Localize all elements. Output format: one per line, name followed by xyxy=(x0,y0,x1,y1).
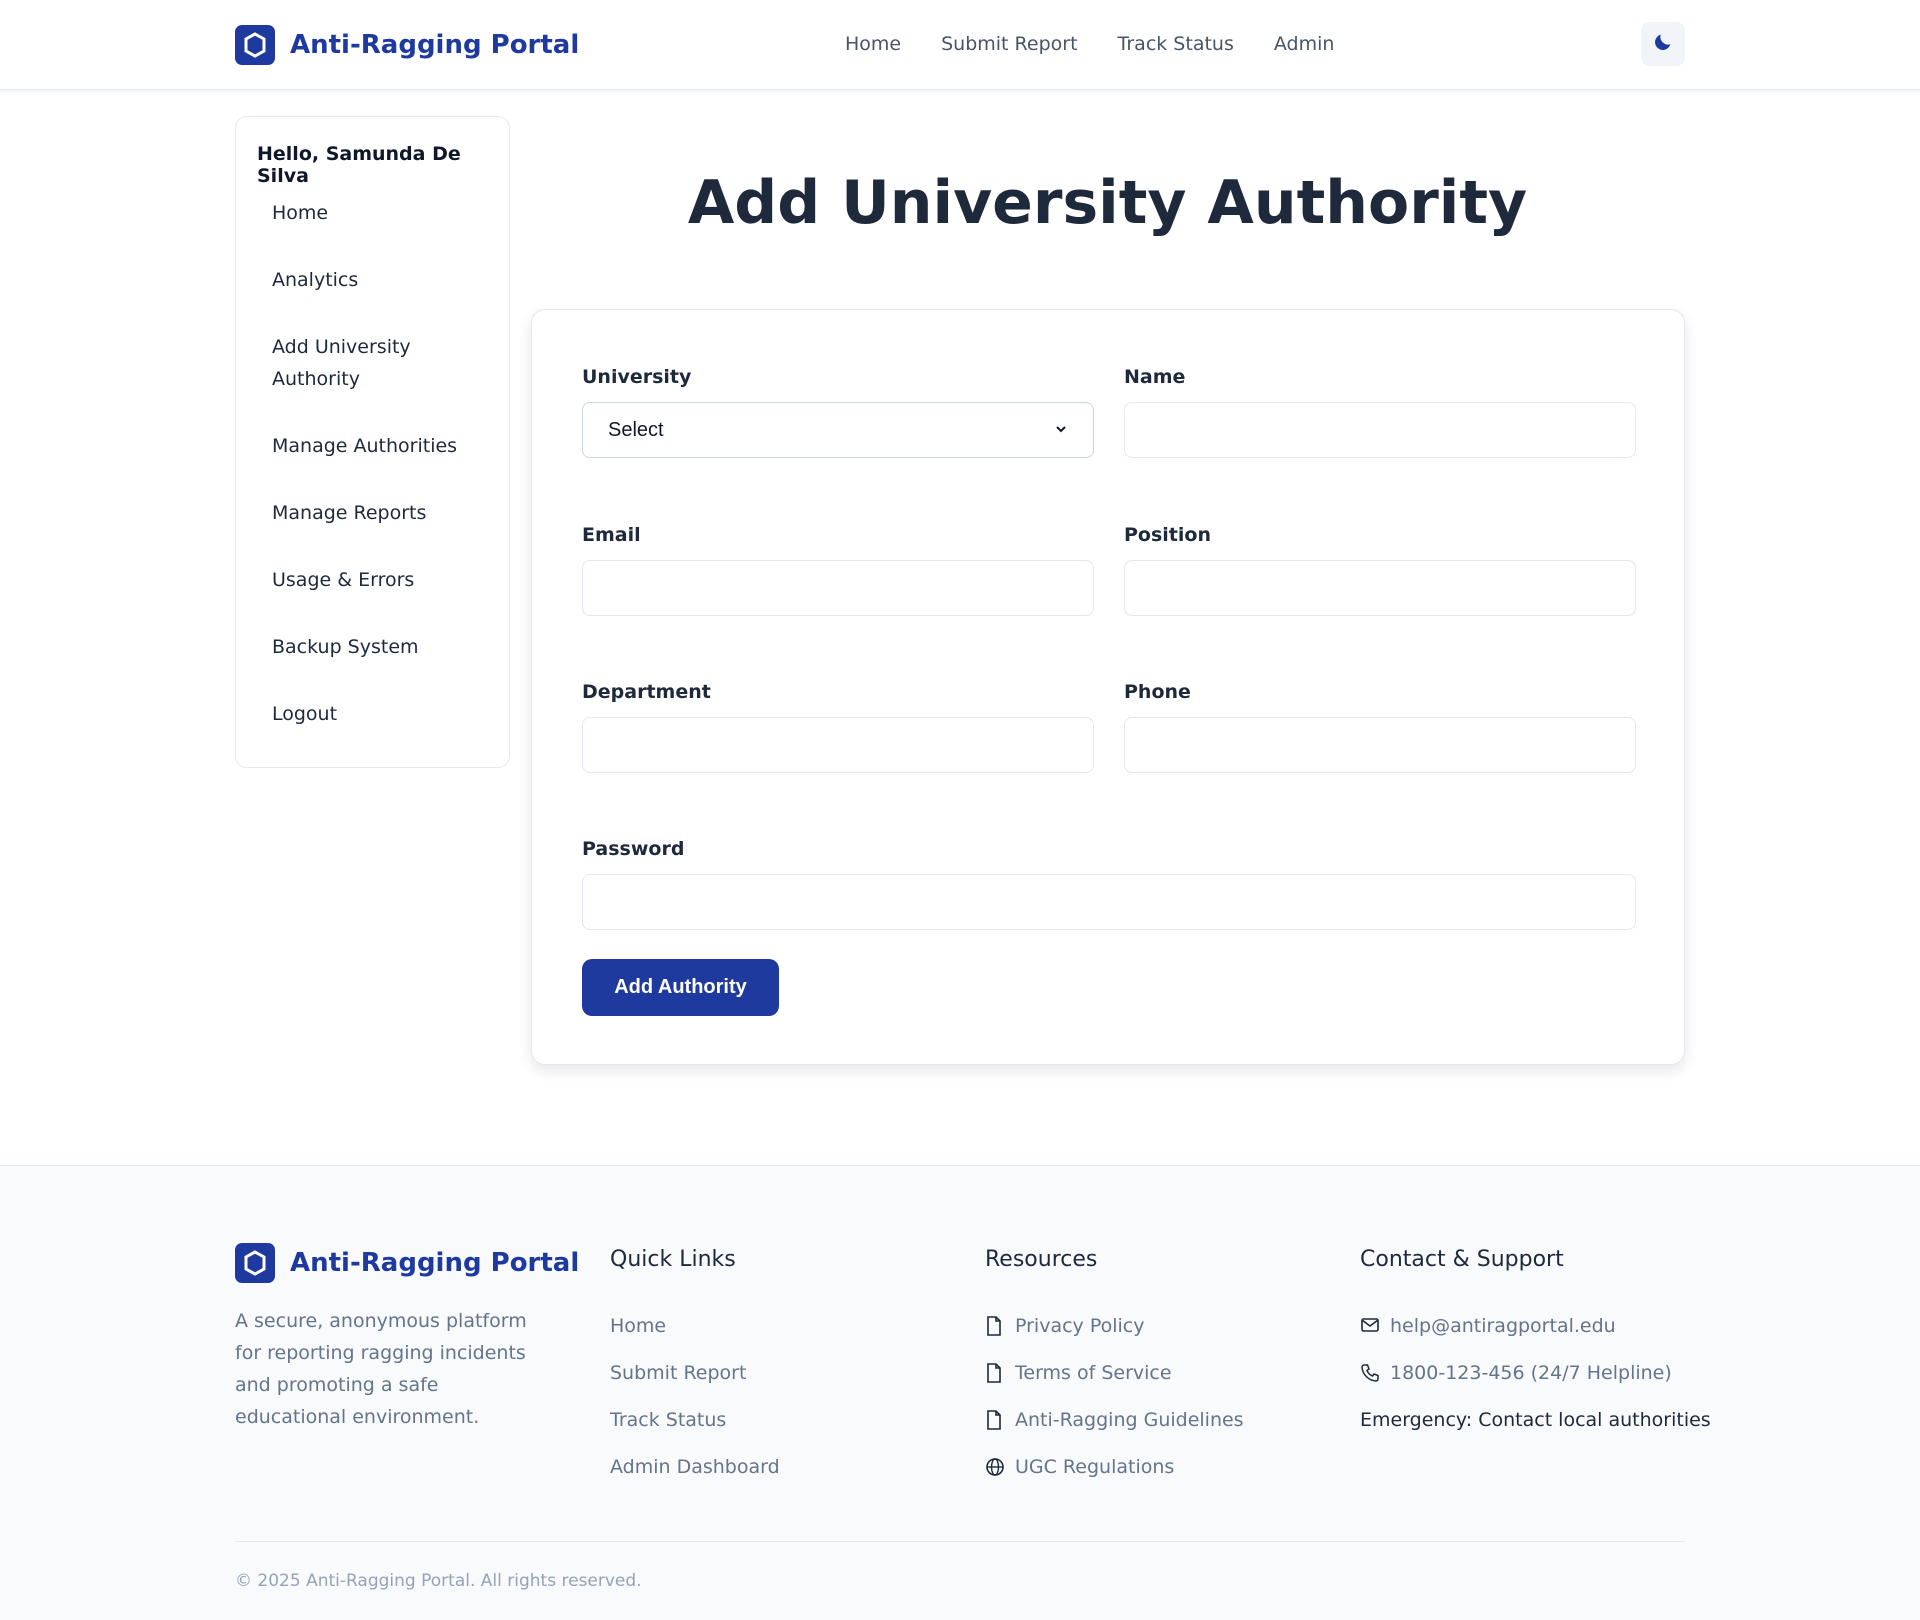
footer-link-privacy-policy[interactable]: Privacy Policy xyxy=(985,1302,1244,1349)
footer-brand: Anti-Ragging Portal xyxy=(235,1243,579,1283)
footer-link-admin-dashboard[interactable]: Admin Dashboard xyxy=(610,1443,780,1490)
quick-links-heading: Quick Links xyxy=(610,1247,736,1272)
theme-toggle-button[interactable] xyxy=(1641,22,1685,66)
user-greeting: Hello, Samunda De Silva xyxy=(257,143,461,187)
moon-icon xyxy=(1652,31,1674,57)
document-icon xyxy=(985,1315,1005,1336)
contact-email-text: help@antiragportal.edu xyxy=(1390,1314,1616,1337)
sidebar-item-logout[interactable]: Logout xyxy=(272,698,492,730)
add-authority-form: University Select Name Email Position De… xyxy=(531,309,1685,1065)
footer-link-terms-of-service[interactable]: Terms of Service xyxy=(985,1349,1244,1396)
sidebar-item-manage-authorities[interactable]: Manage Authorities xyxy=(272,430,492,462)
contact-phone[interactable]: 1800-123-456 (24/7 Helpline) xyxy=(1360,1349,1711,1396)
sidebar-item-analytics[interactable]: Analytics xyxy=(272,264,492,296)
email-field[interactable] xyxy=(582,560,1094,616)
admin-sidebar: Hello, Samunda De Silva Home Analytics A… xyxy=(235,116,510,768)
phone-icon xyxy=(1360,1363,1380,1383)
nav-track-status[interactable]: Track Status xyxy=(1118,33,1234,55)
footer-link-submit-report[interactable]: Submit Report xyxy=(610,1349,780,1396)
sidebar-menu: Home Analytics Add University Authority … xyxy=(272,197,492,765)
top-navbar: Anti-Ragging Portal Home Submit Report T… xyxy=(0,0,1920,90)
document-icon xyxy=(985,1362,1005,1383)
add-authority-button[interactable]: Add Authority xyxy=(582,959,779,1016)
contact-email[interactable]: help@antiragportal.edu xyxy=(1360,1302,1711,1349)
footer-description: A secure, anonymous platform for reporti… xyxy=(235,1310,527,1428)
shield-icon xyxy=(235,1243,275,1283)
terms-of-service-label: Terms of Service xyxy=(1015,1361,1172,1384)
globe-icon xyxy=(985,1457,1005,1477)
footer-contact: Contact & Support help@antiragportal.edu… xyxy=(1360,1247,1711,1443)
page-title: Add University Authority xyxy=(687,168,1528,238)
nav-home[interactable]: Home xyxy=(845,33,901,55)
sidebar-item-usage-errors[interactable]: Usage & Errors xyxy=(272,564,492,596)
contact-heading: Contact & Support xyxy=(1360,1247,1564,1272)
sidebar-item-manage-reports[interactable]: Manage Reports xyxy=(272,497,492,529)
password-label: Password xyxy=(582,838,685,860)
privacy-policy-label: Privacy Policy xyxy=(1015,1314,1145,1337)
university-label: University xyxy=(582,366,692,388)
anti-ragging-guidelines-label: Anti-Ragging Guidelines xyxy=(1015,1408,1244,1431)
copyright-text: © 2025 Anti-Ragging Portal. All rights r… xyxy=(235,1571,642,1591)
university-select-value: Select xyxy=(608,418,664,441)
sidebar-item-backup-system[interactable]: Backup System xyxy=(272,631,492,663)
nav-submit-report[interactable]: Submit Report xyxy=(941,33,1077,55)
chevron-down-icon xyxy=(1054,419,1068,442)
footer-link-track-status[interactable]: Track Status xyxy=(610,1396,780,1443)
footer-brand-name: Anti-Ragging Portal xyxy=(290,1248,580,1278)
footer-link-ugc-regulations[interactable]: UGC Regulations xyxy=(985,1443,1244,1490)
phone-label: Phone xyxy=(1124,681,1191,703)
university-select[interactable]: Select xyxy=(582,402,1094,458)
phone-field[interactable] xyxy=(1124,717,1636,773)
brand-link[interactable]: Anti-Ragging Portal xyxy=(235,25,579,65)
footer-divider xyxy=(235,1541,1685,1542)
footer-link-anti-ragging-guidelines[interactable]: Anti-Ragging Guidelines xyxy=(985,1396,1244,1443)
name-field[interactable] xyxy=(1124,402,1636,458)
resources-heading: Resources xyxy=(985,1247,1098,1272)
sidebar-item-home[interactable]: Home xyxy=(272,197,492,229)
position-label: Position xyxy=(1124,524,1211,546)
department-field[interactable] xyxy=(582,717,1094,773)
main-nav: Home Submit Report Track Status Admin xyxy=(845,33,1334,55)
position-field[interactable] xyxy=(1124,560,1636,616)
mail-icon xyxy=(1360,1316,1380,1336)
footer-quick-links: Quick Links Home Submit Report Track Sta… xyxy=(610,1247,780,1490)
email-label: Email xyxy=(582,524,641,546)
shield-icon xyxy=(235,25,275,65)
site-footer: Anti-Ragging Portal A secure, anonymous … xyxy=(0,1165,1920,1620)
nav-admin[interactable]: Admin xyxy=(1274,33,1335,55)
footer-resources: Resources Privacy Policy Terms of Servic… xyxy=(985,1247,1244,1490)
contact-phone-text: 1800-123-456 (24/7 Helpline) xyxy=(1390,1361,1672,1384)
document-icon xyxy=(985,1409,1005,1430)
name-label: Name xyxy=(1124,366,1186,388)
brand-name: Anti-Ragging Portal xyxy=(290,30,580,60)
department-label: Department xyxy=(582,681,711,703)
emergency-note: Emergency: Contact local authorities xyxy=(1360,1408,1711,1431)
sidebar-item-add-university-authority[interactable]: Add University Authority xyxy=(272,331,492,395)
footer-link-home[interactable]: Home xyxy=(610,1302,780,1349)
password-field[interactable] xyxy=(582,874,1636,930)
ugc-regulations-label: UGC Regulations xyxy=(1015,1455,1175,1478)
